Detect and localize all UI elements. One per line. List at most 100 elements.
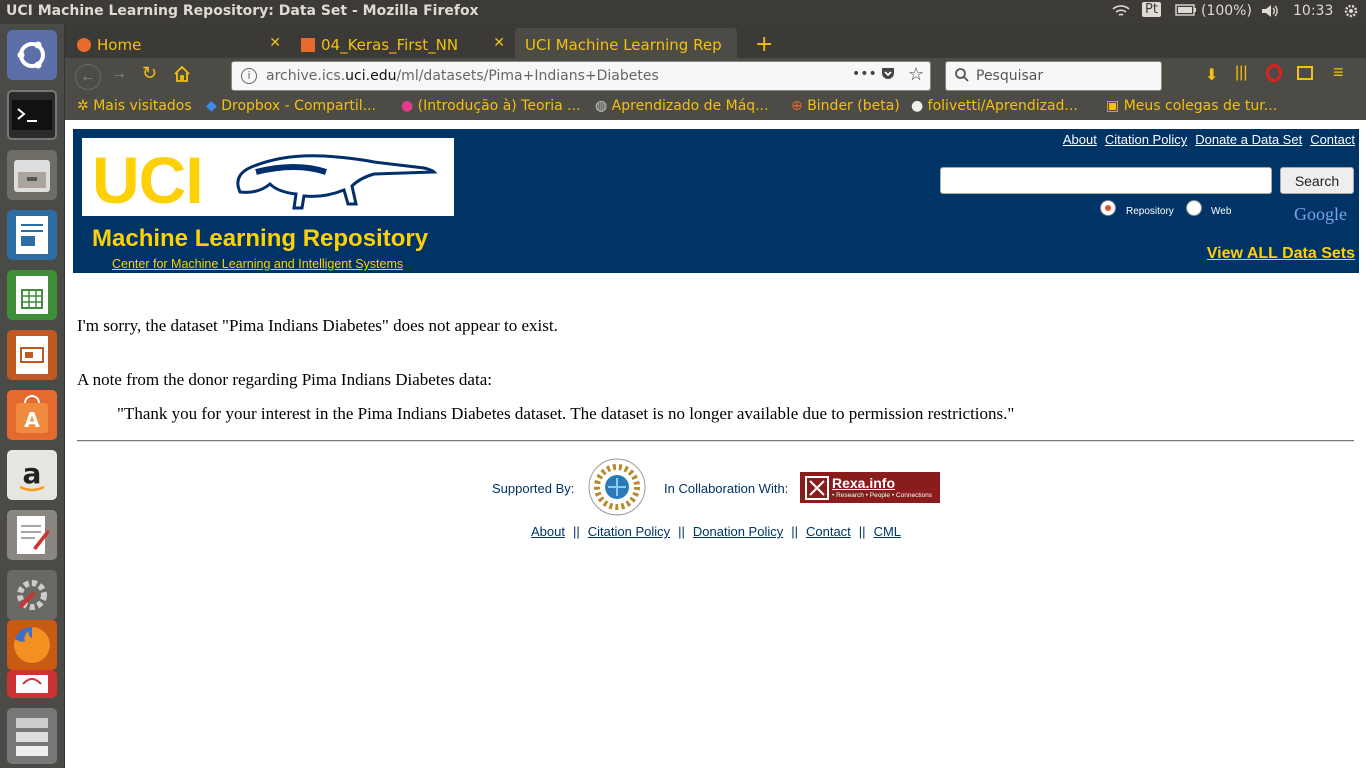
google-text: Google — [1294, 204, 1347, 224]
donate-data-set-link[interactable]: Donate a Data Set — [1195, 132, 1302, 147]
ubuntu-dash-icon[interactable] — [7, 30, 57, 80]
tab-home[interactable]: Home ✕ — [67, 28, 289, 58]
volume-icon[interactable] — [1260, 3, 1280, 23]
citation-policy-link[interactable]: Citation Policy — [1105, 132, 1187, 147]
bookmark-dropbox[interactable]: ◆ Dropbox - Compartil... — [206, 98, 376, 114]
sidebar-icon[interactable] — [1297, 66, 1313, 80]
bookmark-label: Mais visitados — [93, 98, 192, 114]
separator: || — [678, 524, 685, 539]
opera-icon[interactable] — [1266, 64, 1282, 82]
back-icon[interactable]: ← — [75, 64, 101, 90]
battery-icon[interactable] — [1175, 3, 1197, 21]
tab-label: UCI Machine Learning Rep — [525, 36, 722, 54]
google-logo: Google — [1294, 204, 1347, 225]
software-center-icon[interactable]: A — [7, 390, 57, 440]
rexa-icon — [805, 476, 829, 500]
url-domain: uci.edu — [345, 68, 397, 84]
classroom-icon: ▣ — [1106, 98, 1120, 114]
footer-contact-link[interactable]: Contact — [806, 524, 851, 539]
forward-icon[interactable]: → — [111, 65, 127, 83]
wifi-icon[interactable] — [1111, 3, 1131, 23]
firefox-icon[interactable] — [7, 620, 57, 670]
files-icon[interactable] — [7, 150, 57, 200]
bookmark-aprendizado[interactable]: ◍ Aprendizado de Máq... — [595, 98, 769, 114]
rexa-logo[interactable]: Rexa.info • Research • People • Connecti… — [800, 472, 940, 503]
nsf-logo-icon[interactable] — [586, 456, 648, 518]
bookmark-mais-visitados[interactable]: ✲ Mais visitados — [77, 98, 192, 114]
power-gear-icon[interactable] — [1343, 3, 1359, 23]
terminal-icon[interactable] — [7, 90, 57, 140]
download-icon[interactable]: ⬇ — [1205, 65, 1218, 85]
library-icon[interactable]: ||| — [1235, 64, 1247, 82]
search-icon — [954, 67, 970, 87]
separator: || — [791, 524, 798, 539]
tab-uci[interactable]: UCI Machine Learning Rep — [515, 28, 737, 58]
writer-icon[interactable] — [7, 210, 57, 260]
url-bar[interactable]: i archive.ics.uci.edu/ml/datasets/Pima+I… — [231, 61, 931, 91]
bookmark-label: Aprendizado de Máq... — [611, 98, 769, 114]
tab-label: 04_Keras_First_NN — [321, 36, 459, 54]
settings-icon[interactable] — [7, 570, 57, 620]
center-link[interactable]: Center for Machine Learning and Intellig… — [112, 257, 403, 271]
repository-search-input[interactable] — [940, 167, 1272, 194]
bookmark-teoria[interactable]: ● (Introdução à) Teoria ... — [401, 98, 581, 114]
donor-note-heading: A note from the donor regarding Pima Ind… — [77, 370, 492, 389]
footer-cml-link[interactable]: CML — [874, 524, 901, 539]
footer-about-link[interactable]: About — [531, 524, 565, 539]
calc-icon[interactable] — [7, 270, 57, 320]
firefox-tab-icon — [77, 38, 91, 52]
impress-icon[interactable] — [7, 330, 57, 380]
page-actions-icon[interactable]: ••• — [852, 66, 877, 82]
dropbox-icon: ◆ — [206, 98, 217, 114]
text-editor-icon[interactable] — [7, 510, 57, 560]
new-tab-button[interactable]: + — [745, 24, 775, 54]
view-all-data-sets-link[interactable]: View ALL Data Sets — [1207, 245, 1355, 263]
url-path: /ml/datasets/Pima+Indians+Diabetes — [396, 68, 659, 84]
repository-radio-label: Repository — [1126, 206, 1174, 217]
close-tab-icon[interactable]: ✕ — [493, 35, 505, 51]
home-icon[interactable] — [173, 65, 191, 88]
contact-link[interactable]: Contact — [1310, 132, 1355, 147]
github-icon: ● — [911, 98, 924, 114]
keyboard-layout-indicator[interactable]: Pt — [1142, 2, 1161, 17]
reload-icon[interactable]: ↻ — [142, 63, 157, 84]
bookmark-label: (Introdução à) Teoria ... — [417, 98, 581, 114]
search-button[interactable]: Search — [1280, 167, 1354, 194]
hackmd-icon: ● — [401, 98, 414, 114]
footer-citation-policy-link[interactable]: Citation Policy — [588, 524, 670, 539]
evince-icon[interactable] — [7, 670, 57, 698]
uci-logo[interactable]: UCI — [82, 138, 454, 217]
amazon-icon[interactable]: a — [7, 450, 57, 500]
separator: || — [858, 524, 866, 539]
bookmark-github[interactable]: ● folivetti/Aprendizad... — [911, 98, 1078, 114]
bookmark-label: Binder (beta) — [807, 98, 900, 114]
footer-donation-policy-link[interactable]: Donation Policy — [693, 524, 783, 539]
donor-note-quote: "Thank you for your interest in the Pima… — [117, 404, 1015, 423]
workspaces-icon[interactable] — [7, 708, 57, 764]
browser-search-input[interactable]: Pesquisar — [945, 61, 1162, 91]
navigation-bar: ← → ↻ i archive.ics.uci.edu/ml/datasets/… — [65, 58, 1366, 94]
globe-icon: ◍ — [595, 98, 608, 114]
gear-icon: ✲ — [77, 98, 89, 114]
battery-percentage: (100%) — [1201, 3, 1252, 19]
menu-icon[interactable]: ≡ — [1333, 62, 1344, 83]
tab-keras[interactable]: 04_Keras_First_NN ✕ — [291, 28, 513, 58]
system-top-bar: UCI Machine Learning Repository: Data Se… — [0, 0, 1366, 24]
info-icon[interactable]: i — [241, 68, 257, 84]
bookmark-label: Dropbox - Compartil... — [221, 98, 376, 114]
url-prefix: archive.ics. — [266, 68, 346, 84]
clock[interactable]: 10:33 — [1293, 3, 1333, 19]
binder-icon: ⊕ — [791, 98, 803, 114]
bookmark-binder[interactable]: ⊕ Binder (beta) — [791, 98, 900, 114]
pocket-icon[interactable] — [880, 66, 896, 86]
bookmarks-toolbar: ✲ Mais visitados ◆ Dropbox - Compartil..… — [65, 94, 1366, 120]
about-link[interactable]: About — [1063, 132, 1097, 147]
bookmark-star-icon[interactable]: ☆ — [908, 64, 924, 85]
supported-by-label: Supported By: — [492, 481, 575, 496]
repository-radio[interactable] — [1100, 200, 1116, 216]
error-message: I'm sorry, the dataset "Pima Indians Dia… — [77, 316, 558, 335]
web-radio[interactable] — [1186, 200, 1202, 216]
web-radio-label: Web — [1211, 206, 1232, 217]
close-tab-icon[interactable]: ✕ — [269, 35, 281, 51]
bookmark-colegas[interactable]: ▣ Meus colegas de tur... — [1106, 98, 1277, 114]
